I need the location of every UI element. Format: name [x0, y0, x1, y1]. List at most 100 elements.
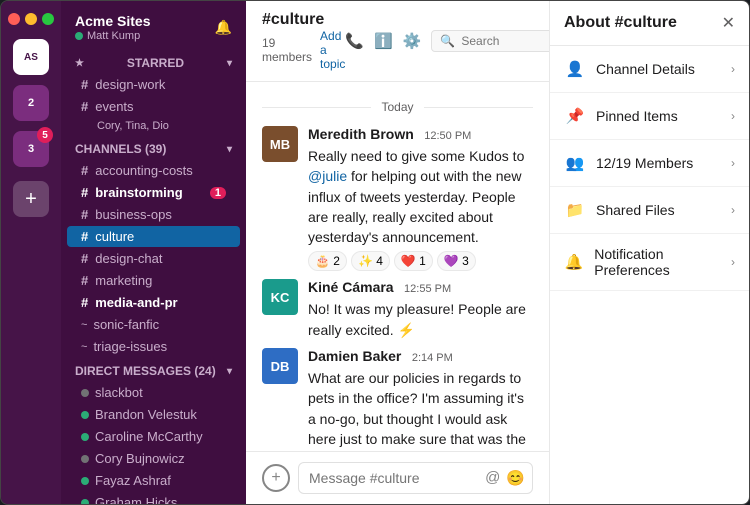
pinned-items-chevron: › — [731, 109, 735, 123]
close-button[interactable] — [8, 13, 20, 25]
sidebar-item-fayaz[interactable]: Fayaz Ashraf — [67, 470, 240, 491]
sidebar-item-marketing[interactable]: # marketing — [67, 270, 240, 291]
reaction-1a[interactable]: 🎂 2 — [308, 251, 347, 271]
message-1: MB Meredith Brown 12:50 PM Really need t… — [246, 122, 549, 275]
sidebar-item-sonic-fanfic[interactable]: ~ sonic-fanfic — [67, 314, 240, 335]
search-input[interactable] — [461, 34, 549, 48]
status-dot-fayaz — [81, 477, 89, 485]
sidebar-item-graham[interactable]: Graham Hicks — [67, 492, 240, 504]
info-icon[interactable]: ℹ️ — [374, 32, 393, 50]
panel-item-members[interactable]: 👥 12/19 Members › — [550, 140, 749, 187]
workspace-name: Acme Sites — [75, 13, 150, 29]
avatar-damien: DB — [262, 348, 298, 384]
dm-section-header[interactable]: DIRECT MESSAGES (24) ▾ — [61, 358, 246, 381]
pinned-items-label: Pinned Items — [596, 108, 678, 124]
events-meta: Cory, Tina, Dio — [97, 120, 169, 132]
status-dot-cory — [81, 455, 89, 463]
channel-details-chevron: › — [731, 62, 735, 76]
notifications-label: Notification Preferences — [594, 246, 731, 278]
notifications-bell-icon[interactable]: 🔔 — [215, 19, 232, 36]
reaction-1b[interactable]: ✨ 4 — [351, 251, 390, 271]
emoji-icon[interactable]: 😊 — [506, 469, 525, 487]
message-text-1: Really need to give some Kudos to @julie… — [308, 146, 533, 247]
user-status: Matt Kump — [75, 30, 150, 42]
settings-icon[interactable]: ⚙️ — [403, 32, 422, 50]
sidebar-item-caroline[interactable]: Caroline McCarthy — [67, 426, 240, 447]
message-time-3: 2:14 PM — [412, 352, 453, 364]
message-3: DB Damien Baker 2:14 PM What are our pol… — [246, 344, 549, 451]
chat-header: #culture 19 members Add a topic 📞 ℹ️ ⚙️ … — [246, 1, 549, 82]
chat-header-actions: 📞 ℹ️ ⚙️ 🔍 @ ☆ ⋮ — [345, 30, 549, 52]
search-icon: 🔍 — [440, 34, 455, 48]
members-icon: 👥 — [564, 152, 586, 174]
sidebar-item-slackbot[interactable]: slackbot — [67, 382, 240, 403]
panel-item-notifications[interactable]: 🔔 Notification Preferences › — [550, 234, 749, 291]
sidebar-item-accounting-costs[interactable]: # accounting-costs — [67, 160, 240, 181]
sidebar-item-events[interactable]: # events Cory, Tina, Dio — [67, 96, 240, 135]
panel-item-shared-files[interactable]: 📁 Shared Files › — [550, 187, 749, 234]
sidebar-item-design-work[interactable]: # design-work — [67, 74, 240, 95]
workspace-sidebar: AS 2 3 5 + — [1, 1, 61, 504]
sidebar-item-triage-issues[interactable]: ~ triage-issues — [67, 336, 240, 357]
workspace-badge: 5 — [37, 127, 53, 143]
sidebar-item-business-ops[interactable]: # business-ops — [67, 204, 240, 225]
starred-arrow-icon: ▾ — [227, 58, 232, 69]
message-2: KC Kiné Cámara 12:55 PM No! It was my pl… — [246, 275, 549, 344]
channels-arrow-icon: ▾ — [227, 144, 232, 155]
channel-details-icon: 👤 — [564, 58, 586, 80]
chat-input-area: + @ 😊 — [246, 451, 549, 504]
panel-item-pinned[interactable]: 📌 Pinned Items › — [550, 93, 749, 140]
panel-item-channel-details[interactable]: 👤 Channel Details › — [550, 46, 749, 93]
search-box[interactable]: 🔍 — [431, 30, 549, 52]
channel-details-label: Channel Details — [596, 61, 695, 77]
sidebar-item-design-chat[interactable]: # design-chat — [67, 248, 240, 269]
app-window: AS 2 3 5 + Acme Sites Matt Kump 🔔 ★ STAR… — [0, 0, 750, 505]
reaction-1c[interactable]: ❤️ 1 — [394, 251, 433, 271]
message-content-3: Damien Baker 2:14 PM What are our polici… — [308, 348, 533, 451]
notifications-chevron: › — [731, 255, 735, 269]
at-input-icon[interactable]: @ — [485, 469, 500, 487]
starred-section-header[interactable]: ★ STARRED ▾ — [61, 50, 246, 73]
sidebar-item-brainstorming[interactable]: # brainstorming 1 — [67, 182, 240, 203]
shared-files-chevron: › — [731, 203, 735, 217]
status-dot — [75, 32, 83, 40]
chat-messages: Today MB Meredith Brown 12:50 PM Really … — [246, 82, 549, 451]
add-message-button[interactable]: + — [262, 464, 290, 492]
add-workspace-button[interactable]: + — [13, 181, 49, 217]
pinned-items-icon: 📌 — [564, 105, 586, 127]
members-label: 12/19 Members — [596, 155, 693, 171]
sidebar-item-media-and-pr[interactable]: # media-and-pr — [67, 292, 240, 313]
phone-icon[interactable]: 📞 — [345, 32, 364, 50]
status-dot-caroline — [81, 433, 89, 441]
message-reactions-1: 🎂 2 ✨ 4 ❤️ 1 💜 3 — [308, 251, 533, 271]
add-topic-link[interactable]: Add a topic — [320, 29, 345, 71]
sidebar-item-brandon[interactable]: Brandon Velestuk — [67, 404, 240, 425]
status-dot-slackbot — [81, 389, 89, 397]
panel-title: About #culture — [564, 14, 677, 32]
sidebar-item-culture[interactable]: # culture — [67, 226, 240, 247]
sidebar-item-cory[interactable]: Cory Bujnowicz — [67, 448, 240, 469]
workspace-icon-1[interactable]: AS — [13, 39, 49, 75]
workspace-icon-3[interactable]: 3 5 — [13, 131, 49, 167]
panel-close-button[interactable]: ✕ — [722, 13, 735, 33]
mention-julie: @julie — [308, 168, 347, 184]
channel-name: #culture — [262, 11, 345, 29]
channels-section-header[interactable]: CHANNELS (39) ▾ — [61, 136, 246, 159]
brainstorming-badge: 1 — [210, 187, 226, 199]
notifications-icon: 🔔 — [564, 251, 584, 273]
status-dot-graham — [81, 499, 89, 505]
shared-files-icon: 📁 — [564, 199, 586, 221]
message-content-1: Meredith Brown 12:50 PM Really need to g… — [308, 126, 533, 271]
message-time-2: 12:55 PM — [404, 283, 451, 295]
star-icon: ★ — [75, 58, 84, 69]
status-dot-brandon — [81, 411, 89, 419]
panel-header: About #culture ✕ — [550, 1, 749, 46]
shared-files-label: Shared Files — [596, 202, 675, 218]
maximize-button[interactable] — [42, 13, 54, 25]
workspace-icon-2[interactable]: 2 — [13, 85, 49, 121]
message-author-3: Damien Baker — [308, 348, 401, 364]
minimize-button[interactable] — [25, 13, 37, 25]
message-author-2: Kiné Cámara — [308, 279, 394, 295]
reaction-1d[interactable]: 💜 3 — [437, 251, 476, 271]
chat-header-left: #culture 19 members Add a topic — [262, 11, 345, 71]
